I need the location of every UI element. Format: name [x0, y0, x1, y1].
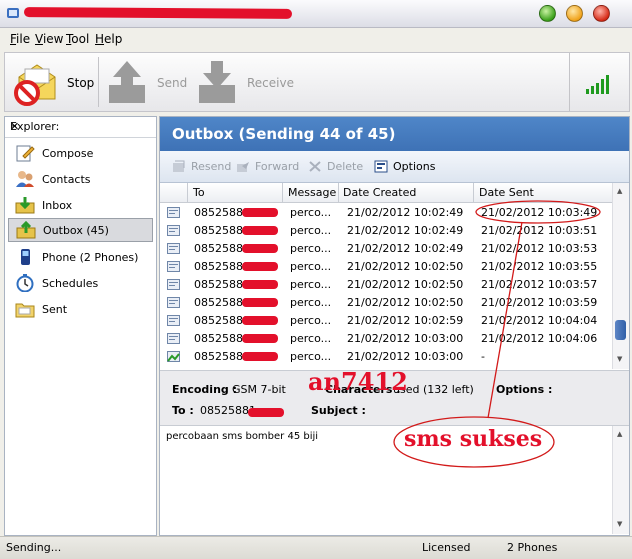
- annotation-line: [487, 221, 523, 419]
- annotation-layer: [393, 200, 601, 468]
- watermark-text: an7412: [308, 367, 408, 396]
- highlight-ellipse: [475, 200, 601, 224]
- annotation-note: sms sukses: [404, 426, 543, 452]
- app-window: File View Tool Help Stop Send Receive Ex…: [0, 0, 632, 559]
